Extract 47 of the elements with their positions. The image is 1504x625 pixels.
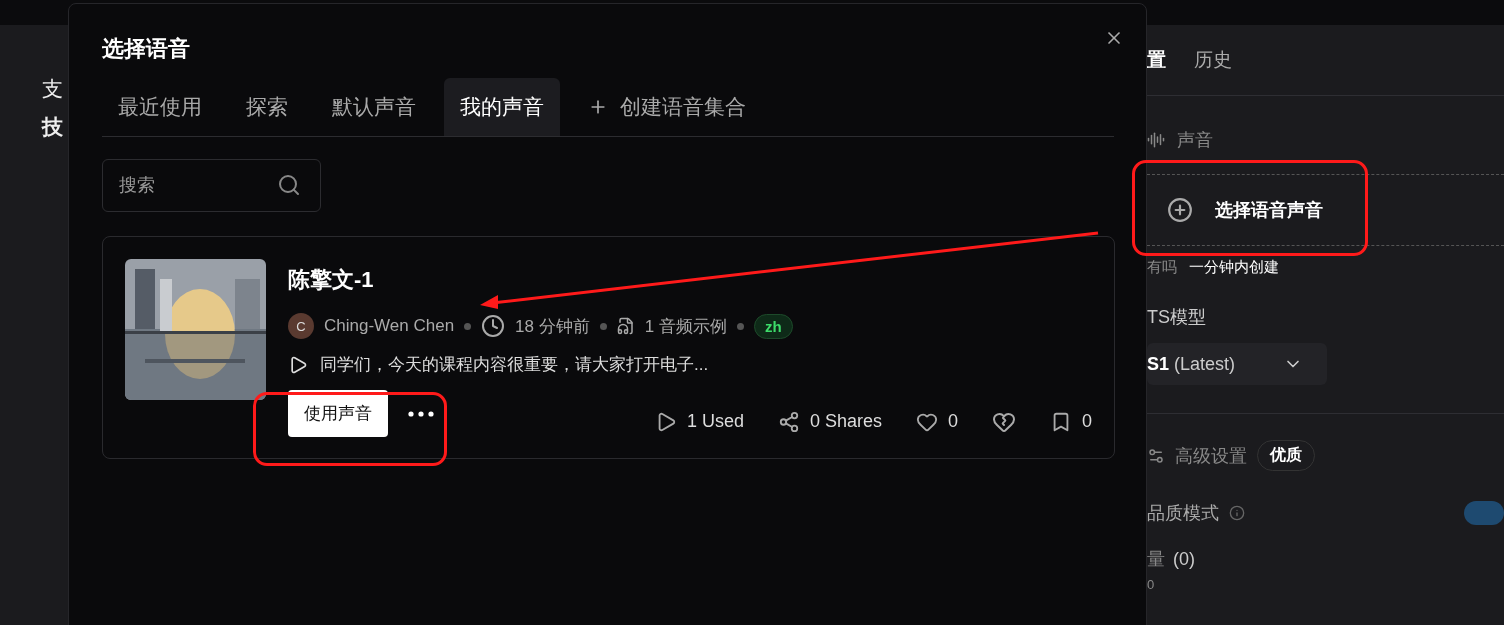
sample-text: 同学们，今天的课程内容很重要，请大家打开电子... [320,354,709,376]
section-label: 高级设置 [1175,444,1247,468]
plus-circle-icon [1167,197,1193,223]
voice-name: 陈擎文-1 [288,266,375,294]
share-icon [777,410,800,433]
bookmark-button[interactable]: 0 [1050,410,1092,433]
range-reading: 0 [1147,577,1156,592]
time-text: 18 分钟前 [515,315,590,338]
create-link[interactable]: 一分钟内创建 [1189,258,1279,277]
separator-dot [599,322,607,330]
setting-value: (0) [1173,548,1195,570]
dialog-tab[interactable]: 最近使用 [102,78,218,136]
settings-icon [1147,446,1165,465]
body-text: 支 [42,76,64,102]
body-text: 技 [42,114,64,140]
panel-tab[interactable]: 历史 [1194,47,1232,73]
dialog-title: 选择语音 [102,35,191,63]
like-button[interactable]: 0 [915,410,958,433]
used-count[interactable]: 1 Used [654,410,744,433]
search-field[interactable]: 搜索 [102,159,321,212]
separator-dot [464,322,472,330]
author-name: Ching-Wen Chen [324,316,455,336]
setting-label: 品质模式 [1147,502,1219,525]
avatar: C [288,313,314,339]
dialog-tab[interactable]: 我的声音 [444,78,560,136]
clock-icon [481,314,506,338]
model-select[interactable]: S1 (Latest) [1147,343,1327,385]
model-label: TS模型 [1147,306,1207,329]
play-icon[interactable] [288,354,308,375]
dialog-tab[interactable]: 创建语音集合 [572,78,762,136]
separator-dot [736,322,744,330]
language-badge: zh [753,313,793,339]
toggle-switch[interactable] [1464,501,1504,525]
search-icon [277,173,301,197]
hint-text: 有吗 [1147,258,1177,277]
audio-file-icon [616,317,635,335]
sample-count: 1 音频示例 [644,315,727,338]
setting-label: 量 [1147,548,1165,571]
use-voice-button[interactable]: 使用声音 [288,390,388,437]
info-icon [1229,505,1245,521]
section-label: 声音 [1177,129,1213,152]
more-icon[interactable] [408,410,434,417]
sound-wave-icon [1147,131,1165,149]
dialog-tab[interactable]: 默认声音 [316,78,432,136]
panel-tab[interactable]: 置 [1147,47,1166,73]
share-button[interactable]: 0 Shares [777,410,882,433]
dialog-tab[interactable]: 探索 [230,78,304,136]
